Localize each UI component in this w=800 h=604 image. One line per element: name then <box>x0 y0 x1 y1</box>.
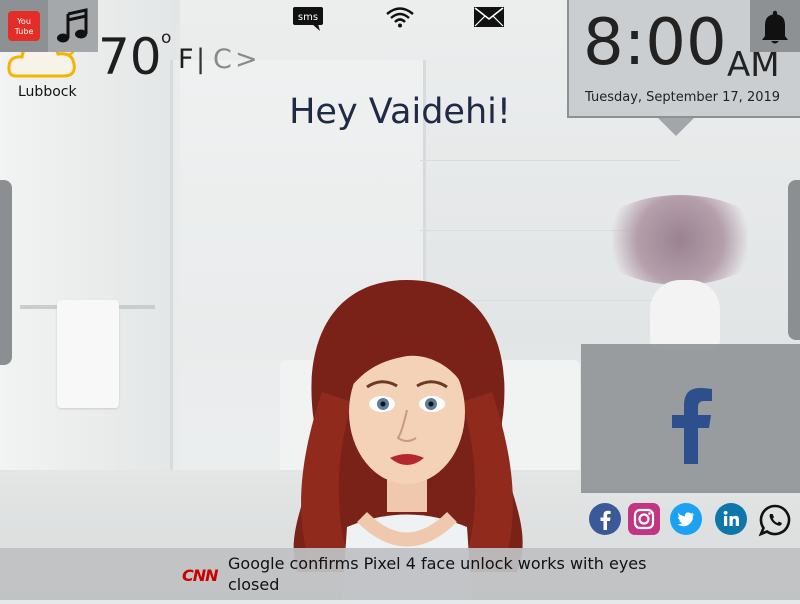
clock-date: Tuesday, September 17, 2019 <box>585 90 781 105</box>
wifi-icon[interactable] <box>385 6 415 28</box>
instagram-icon[interactable] <box>628 503 660 535</box>
degree-symbol: o <box>161 28 172 48</box>
svg-text:Tube: Tube <box>14 27 34 36</box>
facebook-icon <box>666 384 716 464</box>
sms-icon[interactable]: sms <box>292 6 324 31</box>
whatsapp-icon[interactable] <box>758 503 791 537</box>
clock-time: 8:00 <box>583 6 727 80</box>
twitter-icon[interactable] <box>670 503 702 535</box>
linkedin-icon[interactable] <box>715 503 747 535</box>
right-side-tab[interactable] <box>788 180 800 340</box>
youtube-button[interactable]: You Tube <box>0 0 48 52</box>
bell-icon <box>762 10 788 44</box>
notification-button[interactable] <box>750 0 800 52</box>
youtube-icon: You Tube <box>8 11 40 41</box>
unit-fahrenheit[interactable]: F <box>178 44 194 75</box>
flowers <box>595 195 765 285</box>
tile-line <box>420 160 680 161</box>
left-side-tab[interactable] <box>0 180 12 365</box>
music-button[interactable] <box>48 0 98 52</box>
unit-toggle-arrow[interactable]: > <box>235 44 258 75</box>
unit-celsius[interactable]: C <box>213 44 232 75</box>
unit-separator: | <box>196 44 206 75</box>
temperature: 70 <box>98 28 162 86</box>
svg-text:You: You <box>16 17 31 26</box>
music-note-icon <box>57 8 88 43</box>
towel <box>57 300 119 408</box>
news-headline[interactable]: Google confirms Pixel 4 face unlock work… <box>228 554 668 596</box>
mail-icon[interactable] <box>473 6 505 28</box>
status-icons: sms <box>290 6 520 34</box>
facebook-panel[interactable] <box>581 344 800 493</box>
vase <box>650 280 720 350</box>
chevron-down-icon[interactable] <box>658 118 694 136</box>
sms-label: sms <box>298 12 318 23</box>
facebook-icon[interactable] <box>589 503 621 535</box>
cnn-logo: CNN <box>182 566 219 585</box>
